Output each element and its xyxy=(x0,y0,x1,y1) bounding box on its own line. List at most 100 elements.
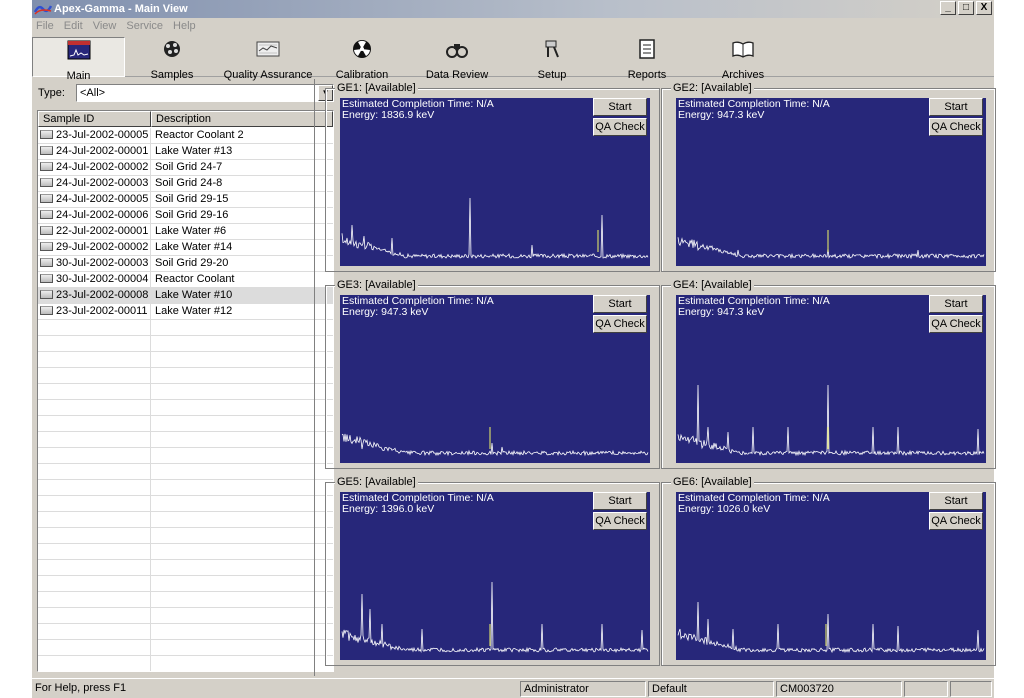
menu-help[interactable]: Help xyxy=(173,20,196,32)
table-row-empty xyxy=(38,608,333,624)
start-button[interactable]: Start xyxy=(593,98,647,116)
restore-button[interactable]: □ xyxy=(958,1,974,15)
table-row[interactable]: 23-Jul-2002-00005 Reactor Coolant 2 xyxy=(38,128,333,144)
start-button[interactable]: Start xyxy=(929,492,983,510)
toolbar-quality-assurance-button[interactable]: Quality Assurance xyxy=(222,37,314,81)
sample-icon xyxy=(40,194,53,203)
qa-check-button[interactable]: QA Check xyxy=(593,512,647,530)
sample-id-cell: 29-Jul-2002-00002 xyxy=(38,240,151,255)
sample-id-cell xyxy=(38,448,151,463)
report-icon xyxy=(639,39,655,59)
description-cell xyxy=(151,464,333,479)
spectrum-trace xyxy=(677,237,985,260)
tools-icon xyxy=(545,40,559,58)
column-header-description[interactable]: Description xyxy=(151,111,333,127)
sample-id-cell xyxy=(38,320,151,335)
menu-edit[interactable]: Edit xyxy=(64,20,83,32)
table-row[interactable]: 22-Jul-2002-00001 Lake Water #6 xyxy=(38,224,333,240)
qa-check-button[interactable]: QA Check xyxy=(929,118,983,136)
sample-id-cell: 24-Jul-2002-00005 xyxy=(38,192,151,207)
toolbar-samples-button[interactable]: Samples xyxy=(142,37,202,81)
sample-icon xyxy=(40,274,53,283)
table-row[interactable]: 24-Jul-2002-00006 Soil Grid 29-16 xyxy=(38,208,333,224)
spectrum-trace xyxy=(341,197,649,260)
column-header-sample-id[interactable]: Sample ID xyxy=(38,111,151,127)
spectrum-trace xyxy=(341,433,649,457)
toolbar-setup-button[interactable]: Setup xyxy=(527,37,577,81)
table-row[interactable]: 23-Jul-2002-00011 Lake Water #12 xyxy=(38,304,333,320)
table-row[interactable]: 24-Jul-2002-00001 Lake Water #13 xyxy=(38,144,333,160)
description-cell: Soil Grid 29-20 xyxy=(155,257,229,269)
toolbar-archives-button[interactable]: Archives xyxy=(717,37,769,81)
qa-check-button[interactable]: QA Check xyxy=(929,315,983,333)
description-cell: Soil Grid 29-15 xyxy=(155,193,229,205)
menu-service[interactable]: Service xyxy=(126,20,163,32)
table-row[interactable]: 29-Jul-2002-00002 Lake Water #14 xyxy=(38,240,333,256)
sample-id-cell xyxy=(38,656,151,671)
table-row[interactable]: 24-Jul-2002-00005 Soil Grid 29-15 xyxy=(38,192,333,208)
sample-icon xyxy=(40,226,53,235)
sample-id-text: 23-Jul-2002-00008 xyxy=(56,289,149,301)
toolbar-main-button[interactable]: Main xyxy=(32,37,125,82)
minimize-button[interactable]: _ xyxy=(940,1,956,15)
title-bar: Apex-Gamma - Main View _ □ X xyxy=(32,0,994,18)
description-cell xyxy=(151,480,333,495)
table-row[interactable]: 30-Jul-2002-00003 Soil Grid 29-20 xyxy=(38,256,333,272)
sample-id-cell xyxy=(38,592,151,607)
sample-id-cell: 24-Jul-2002-00002 xyxy=(38,160,151,175)
table-row[interactable]: 24-Jul-2002-00003 Soil Grid 24-8 xyxy=(38,176,333,192)
sample-id-cell xyxy=(38,416,151,431)
table-row[interactable]: 24-Jul-2002-00002 Soil Grid 24-7 xyxy=(38,160,333,176)
toolbar-quality-assurance-label: Quality Assurance xyxy=(223,69,313,81)
start-button[interactable]: Start xyxy=(593,492,647,510)
sample-id-cell xyxy=(38,560,151,575)
table-row-empty xyxy=(38,640,333,656)
type-filter-label: Type: xyxy=(38,87,65,99)
toolbar-data-review-button[interactable]: Data Review xyxy=(422,37,492,81)
start-button[interactable]: Start xyxy=(593,295,647,313)
table-row-empty xyxy=(38,624,333,640)
type-filter-select[interactable]: <All> ▼ xyxy=(76,84,334,102)
sample-id-text: 23-Jul-2002-00011 xyxy=(56,305,148,317)
energy-readout: Energy: 1026.0 keV xyxy=(678,503,771,515)
start-button[interactable]: Start xyxy=(929,295,983,313)
table-row-empty xyxy=(38,432,333,448)
type-filter-value: <All> xyxy=(80,87,106,99)
sample-icon xyxy=(40,258,53,267)
sample-list[interactable]: Sample ID Description 23-Jul-2002-00005 R… xyxy=(37,110,334,672)
sample-id-cell: 24-Jul-2002-00003 xyxy=(38,176,151,191)
qa-check-button[interactable]: QA Check xyxy=(593,118,647,136)
menu-bar: File Edit View Service Help xyxy=(32,18,994,35)
description-cell: Soil Grid 24-8 xyxy=(155,177,223,189)
toolbar-calibration-button[interactable]: Calibration xyxy=(332,37,392,81)
menu-file[interactable]: File xyxy=(36,20,54,32)
table-row[interactable]: 30-Jul-2002-00004 Reactor Coolant xyxy=(38,272,333,288)
detector-panel: GE1: [Available] Estimated Completion Tim… xyxy=(314,79,996,676)
detector-info: Estimated Completion Time: N/A Energy: 94… xyxy=(678,99,830,121)
table-row-empty xyxy=(38,592,333,608)
table-row-empty xyxy=(38,464,333,480)
table-row-empty xyxy=(38,384,333,400)
table-row-empty xyxy=(38,400,333,416)
energy-readout: Energy: 947.3 keV xyxy=(342,306,429,318)
description-cell xyxy=(151,656,333,671)
qa-check-button[interactable]: QA Check xyxy=(929,512,983,530)
sample-id-cell xyxy=(38,400,151,415)
description-cell xyxy=(151,384,333,399)
description-cell: Lake Water #12 xyxy=(155,305,233,317)
sample-id-text: 30-Jul-2002-00003 xyxy=(56,257,149,269)
energy-readout: Energy: 947.3 keV xyxy=(678,306,765,318)
status-empty-2 xyxy=(950,681,992,697)
book-icon xyxy=(732,41,754,58)
table-row-empty xyxy=(38,544,333,560)
sample-id-cell xyxy=(38,576,151,591)
menu-view[interactable]: View xyxy=(93,20,117,32)
toolbar-reports-button[interactable]: Reports xyxy=(622,37,672,81)
description-cell xyxy=(151,592,333,607)
table-row[interactable]: 23-Jul-2002-00008 Lake Water #10 xyxy=(38,288,333,304)
table-row-empty xyxy=(38,528,333,544)
start-button[interactable]: Start xyxy=(929,98,983,116)
energy-readout: Energy: 1836.9 keV xyxy=(342,109,435,121)
qa-check-button[interactable]: QA Check xyxy=(593,315,647,333)
close-button[interactable]: X xyxy=(976,1,992,15)
